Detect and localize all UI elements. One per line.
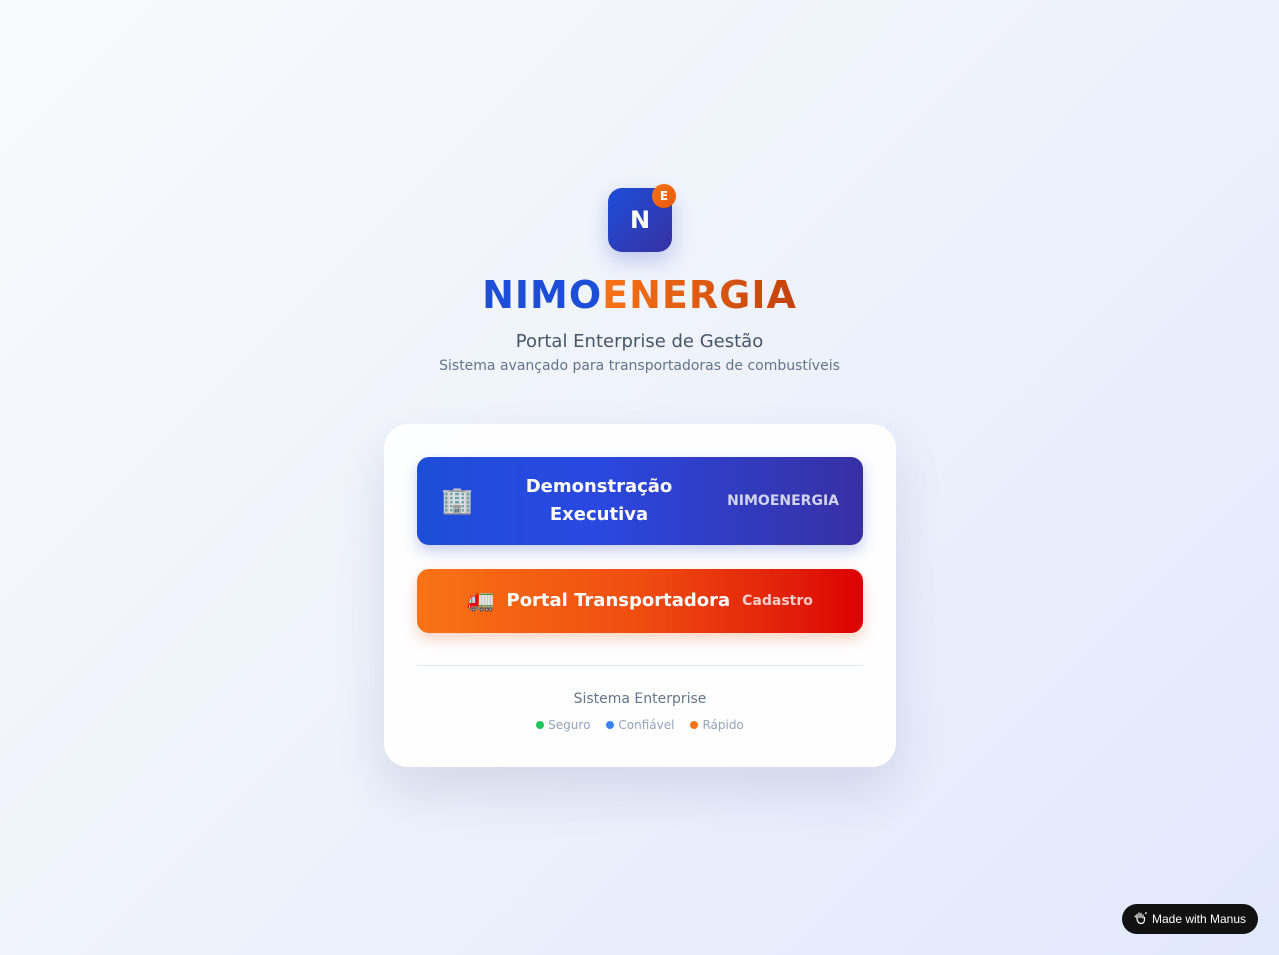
truck-icon: 🚛 — [467, 588, 495, 613]
executive-demo-label: Demonstração Executiva — [525, 476, 673, 525]
office-building-icon: 🏢 — [441, 486, 474, 516]
page-description: Sistema avançado para transportadoras de… — [439, 358, 840, 374]
orange-status-dot-icon — [690, 721, 699, 729]
made-with-manus-badge[interactable]: Made with Manus — [1122, 904, 1258, 934]
brand-title-part1: NIMO — [482, 273, 603, 317]
feature-list: Seguro Confiável Rápido — [384, 717, 896, 733]
feature-item-fast: Rápido — [690, 717, 744, 733]
feature-label: Seguro — [548, 718, 591, 732]
feature-item-secure: Seguro — [536, 717, 590, 733]
footer-title: Sistema Enterprise — [573, 691, 707, 707]
brand-title: NIMOENERGIA — [0, 272, 1279, 318]
feature-label: Confiável — [618, 718, 675, 732]
made-with-manus-label: Made with Manus — [1151, 912, 1247, 926]
blue-status-dot-icon — [606, 721, 615, 729]
carrier-portal-label: Portal Transportadora — [506, 590, 731, 611]
carrier-portal-button[interactable]: 🚛 Portal Transportadora Cadastro — [417, 569, 863, 633]
carrier-portal-tag: Cadastro — [742, 593, 813, 609]
entry-card: 🏢 Demonstração Executiva NIMOENERGIA 🚛 P… — [384, 424, 896, 767]
brand-title-part2: ENERGIA — [602, 273, 797, 317]
feature-item-reliable: Confiável — [606, 717, 674, 733]
logo-badge: E — [652, 184, 676, 208]
green-status-dot-icon — [536, 721, 545, 729]
executive-demo-tag: NIMOENERGIA — [727, 493, 839, 509]
logo-letter: N — [629, 206, 651, 234]
manus-hand-icon — [1134, 911, 1147, 928]
card-divider — [417, 665, 863, 666]
executive-demo-button[interactable]: 🏢 Demonstração Executiva NIMOENERGIA — [417, 457, 863, 545]
feature-label: Rápido — [702, 718, 744, 732]
logo-badge-letter: E — [659, 189, 669, 203]
page-subtitle: Portal Enterprise de Gestão — [515, 331, 764, 352]
